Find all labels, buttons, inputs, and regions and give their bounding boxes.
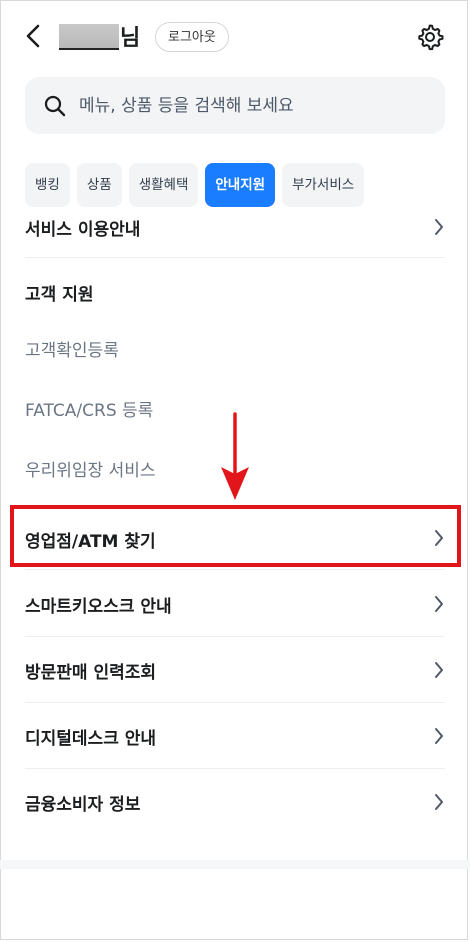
footer-band bbox=[0, 860, 470, 942]
search-input[interactable] bbox=[77, 85, 431, 127]
gear-icon[interactable] bbox=[416, 23, 444, 51]
menu-item-label: 영업점/ATM 찾기 bbox=[25, 532, 156, 552]
annotation-arrow-icon bbox=[221, 412, 249, 500]
tab-banking[interactable]: 뱅킹 bbox=[25, 163, 70, 207]
menu-item-customer-register[interactable]: 고객확인등록 bbox=[25, 332, 445, 364]
menu-item-smart-kiosk[interactable]: 스마트키오스크 안내 bbox=[25, 586, 445, 622]
divider bbox=[25, 636, 445, 637]
divider bbox=[25, 768, 445, 769]
menu-item-label: 서비스 이용안내 bbox=[25, 220, 141, 240]
header: 님 로그아웃 bbox=[0, 0, 470, 76]
menu-item-label: 디지털데스크 안내 bbox=[25, 729, 157, 749]
chevron-right-icon bbox=[435, 596, 443, 612]
menu-item-consumer-info[interactable]: 금융소비자 정보 bbox=[25, 784, 445, 820]
chevron-right-icon bbox=[435, 662, 443, 678]
divider bbox=[25, 569, 445, 570]
menu-item-service-guide[interactable]: 서비스 이용안내 bbox=[25, 210, 445, 250]
menu-item-label: 금융소비자 정보 bbox=[25, 795, 141, 815]
section-title: 고객 지원 bbox=[25, 285, 94, 305]
section-header-customer-support: 고객 지원 bbox=[25, 276, 445, 308]
menu-item-branch-atm[interactable]: 영업점/ATM 찾기 bbox=[25, 519, 445, 557]
divider bbox=[25, 702, 445, 703]
menu-item-digital-desk[interactable]: 디지털데스크 안내 bbox=[25, 718, 445, 754]
user-name-suffix: 님 bbox=[120, 26, 141, 51]
search-bar[interactable] bbox=[25, 77, 445, 134]
menu-item-label: FATCA/CRS 등록 bbox=[25, 401, 154, 421]
search-icon bbox=[44, 95, 66, 117]
footer-divider bbox=[0, 860, 470, 869]
masked-user-name bbox=[59, 24, 119, 50]
menu-item-label: 스마트키오스크 안내 bbox=[25, 597, 172, 617]
chevron-right-icon bbox=[435, 219, 443, 235]
menu-item-label: 방문판매 인력조회 bbox=[25, 663, 157, 683]
tab-products[interactable]: 상품 bbox=[76, 163, 122, 207]
chevron-right-icon bbox=[435, 794, 443, 810]
back-arrow-icon[interactable] bbox=[22, 22, 46, 50]
divider bbox=[25, 257, 445, 258]
tab-extra-services[interactable]: 부가서비스 bbox=[282, 163, 365, 207]
tab-life-benefits[interactable]: 생활혜택 bbox=[128, 163, 199, 207]
menu-item-visit-sales[interactable]: 방문판매 인력조회 bbox=[25, 652, 445, 688]
chevron-right-icon bbox=[435, 728, 443, 744]
menu-item-label: 고객확인등록 bbox=[25, 341, 119, 361]
logout-button[interactable]: 로그아웃 bbox=[155, 22, 229, 52]
category-tabs: 뱅킹 상품 생활혜택 안내지원 부가서비스 bbox=[25, 163, 365, 207]
chevron-right-icon bbox=[435, 530, 443, 546]
menu-item-label: 우리위임장 서비스 bbox=[25, 461, 156, 481]
tab-guide-support[interactable]: 안내지원 bbox=[205, 163, 276, 207]
